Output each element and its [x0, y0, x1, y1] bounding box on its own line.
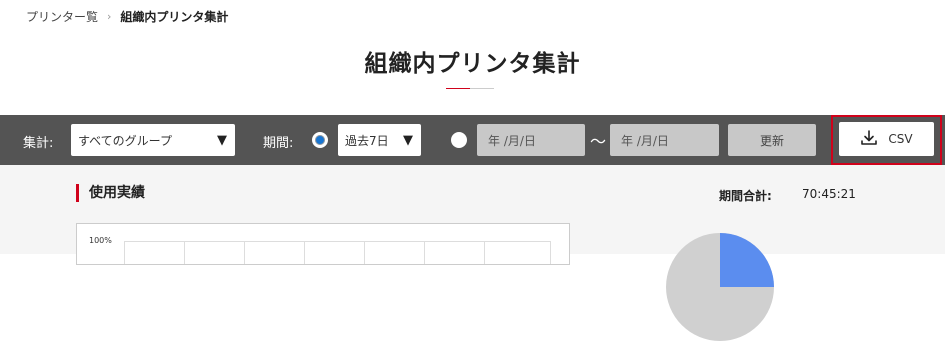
usage-bar-chart: 100% — [76, 223, 570, 265]
breadcrumb-current: 組織内プリンタ集計 — [120, 10, 229, 24]
breadcrumb: プリンター覧 › 組織内プリンタ集計 — [26, 8, 228, 25]
usage-section: 使用実績 期間合計: 70:45:21 100% — [0, 165, 945, 341]
chart-vertical-gridline — [424, 241, 425, 264]
chevron-down-icon: ▼ — [217, 133, 227, 148]
pie-slice-blue — [720, 233, 774, 287]
y-axis-tick-100: 100% — [89, 236, 112, 245]
section-title: 使用実績 — [76, 184, 145, 202]
update-button[interactable]: 更新 — [728, 124, 816, 156]
period-preset-radio[interactable] — [312, 132, 328, 148]
period-select[interactable]: 過去7日 ▼ — [338, 124, 421, 156]
csv-highlight-frame: CSV — [831, 115, 942, 165]
group-select-value: すべてのグループ — [78, 133, 172, 148]
title-underline-accent — [446, 88, 470, 89]
breadcrumb-printer-list-link[interactable]: プリンター覧 — [26, 8, 98, 25]
chart-vertical-gridline — [364, 241, 365, 264]
chart-vertical-gridline — [124, 241, 125, 264]
breadcrumb-separator: › — [107, 10, 112, 23]
period-label: 期間: — [263, 136, 294, 151]
download-icon — [860, 129, 878, 149]
period-total-value: 70:45:21 — [802, 187, 856, 201]
chart-vertical-gridline — [550, 241, 551, 264]
period-custom-radio[interactable] — [451, 132, 467, 148]
date-to-input[interactable]: 年 /月/日 — [610, 124, 719, 156]
csv-download-button[interactable]: CSV — [839, 122, 934, 156]
period-total-label: 期間合計: — [719, 189, 772, 203]
date-from-input[interactable]: 年 /月/日 — [477, 124, 585, 156]
group-select[interactable]: すべてのグループ ▼ — [71, 124, 235, 156]
chart-vertical-gridline — [244, 241, 245, 264]
page-title: 組織内プリンタ集計 — [364, 51, 581, 77]
date-range-separator: 〜 — [590, 132, 607, 151]
usage-pie-chart — [666, 233, 774, 341]
chart-vertical-gridline — [484, 241, 485, 264]
filter-toolbar: 集計: すべてのグループ ▼ 期間: 過去7日 ▼ 年 /月/日 〜 年 /月/… — [0, 115, 945, 165]
chart-vertical-gridline — [184, 241, 185, 264]
chevron-down-icon: ▼ — [403, 133, 413, 148]
chart-gridline — [124, 241, 551, 242]
chart-vertical-gridline — [304, 241, 305, 264]
period-select-value: 過去7日 — [345, 133, 389, 148]
title-underline — [446, 88, 494, 89]
csv-button-label: CSV — [888, 132, 913, 146]
aggregate-label: 集計: — [23, 136, 54, 151]
